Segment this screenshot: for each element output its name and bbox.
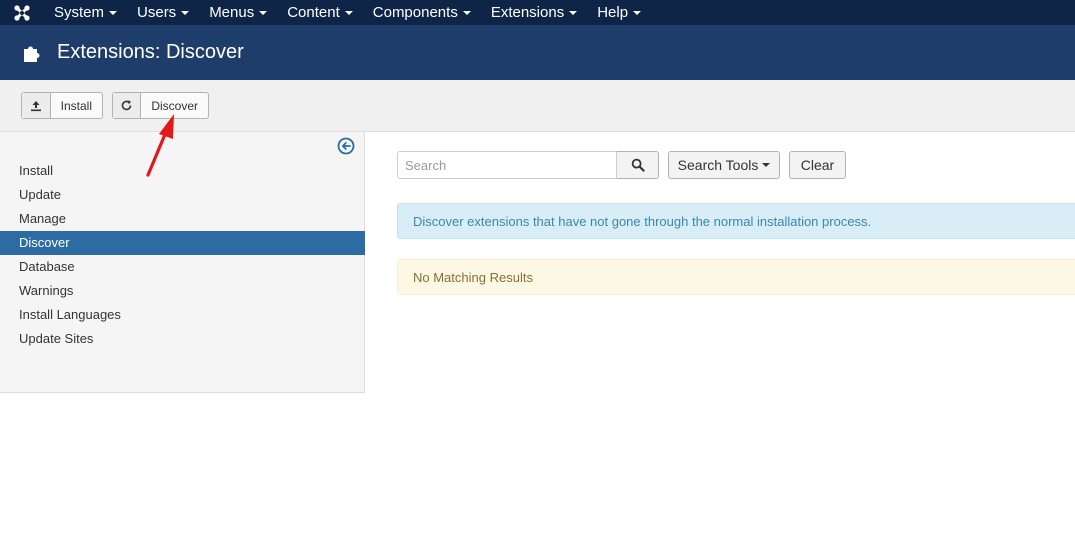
info-alert-text: Discover extensions that have not gone t… [413, 213, 872, 229]
circle-arrow-left-icon[interactable] [337, 137, 355, 155]
search-icon [631, 158, 645, 172]
caret-down-icon [762, 163, 771, 167]
no-results-text: No Matching Results [413, 269, 533, 285]
sidebar-item-install-languages[interactable]: Install Languages [0, 303, 365, 327]
sidebar-item-update[interactable]: Update [0, 183, 365, 207]
caret-down-icon [109, 10, 118, 15]
search-input[interactable] [397, 151, 617, 179]
caret-down-icon [181, 10, 190, 15]
search-tools-label: Search Tools [677, 157, 759, 173]
page-header: Extensions: Discover [0, 25, 1075, 80]
clear-button[interactable]: Clear [789, 151, 846, 179]
info-alert: Discover extensions that have not gone t… [397, 203, 1075, 239]
nav-item-extensions[interactable]: Extensions [481, 0, 587, 25]
page-title: Extensions: Discover [57, 41, 244, 63]
nav-item-components[interactable]: Components [363, 0, 481, 25]
annotation-arrow-icon [146, 114, 174, 177]
top-navbar: System Users Menus Content Components Ex… [0, 0, 1075, 25]
search-tools-button[interactable]: Search Tools [668, 151, 780, 179]
caret-down-icon [633, 10, 642, 15]
search-group [397, 151, 659, 179]
sidebar-item-warnings[interactable]: Warnings [0, 279, 365, 303]
caret-down-icon [259, 10, 268, 15]
sidebar-menu: Install Update Manage Discover Database … [0, 159, 365, 351]
nav-item-help[interactable]: Help [587, 0, 651, 25]
nav-item-content[interactable]: Content [277, 0, 363, 25]
caret-down-icon [462, 10, 471, 15]
joomla-logo-icon[interactable] [0, 0, 44, 25]
upload-icon [22, 93, 51, 118]
sidebar-item-update-sites[interactable]: Update Sites [0, 327, 365, 351]
search-button[interactable] [617, 151, 659, 179]
caret-down-icon [569, 10, 578, 15]
nav-item-system[interactable]: System [44, 0, 127, 25]
puzzle-piece-icon [20, 41, 44, 65]
no-results-alert: No Matching Results [397, 259, 1075, 295]
install-button-label: Install [60, 98, 92, 113]
nav-item-users[interactable]: Users [127, 0, 199, 25]
sidebar-item-discover[interactable]: Discover [0, 231, 365, 255]
nav-item-menus[interactable]: Menus [199, 0, 277, 25]
install-button[interactable]: Install [21, 92, 103, 119]
refresh-icon [113, 93, 142, 118]
caret-down-icon [344, 10, 353, 15]
sidebar-item-database[interactable]: Database [0, 255, 365, 279]
sidebar-item-manage[interactable]: Manage [0, 207, 365, 231]
